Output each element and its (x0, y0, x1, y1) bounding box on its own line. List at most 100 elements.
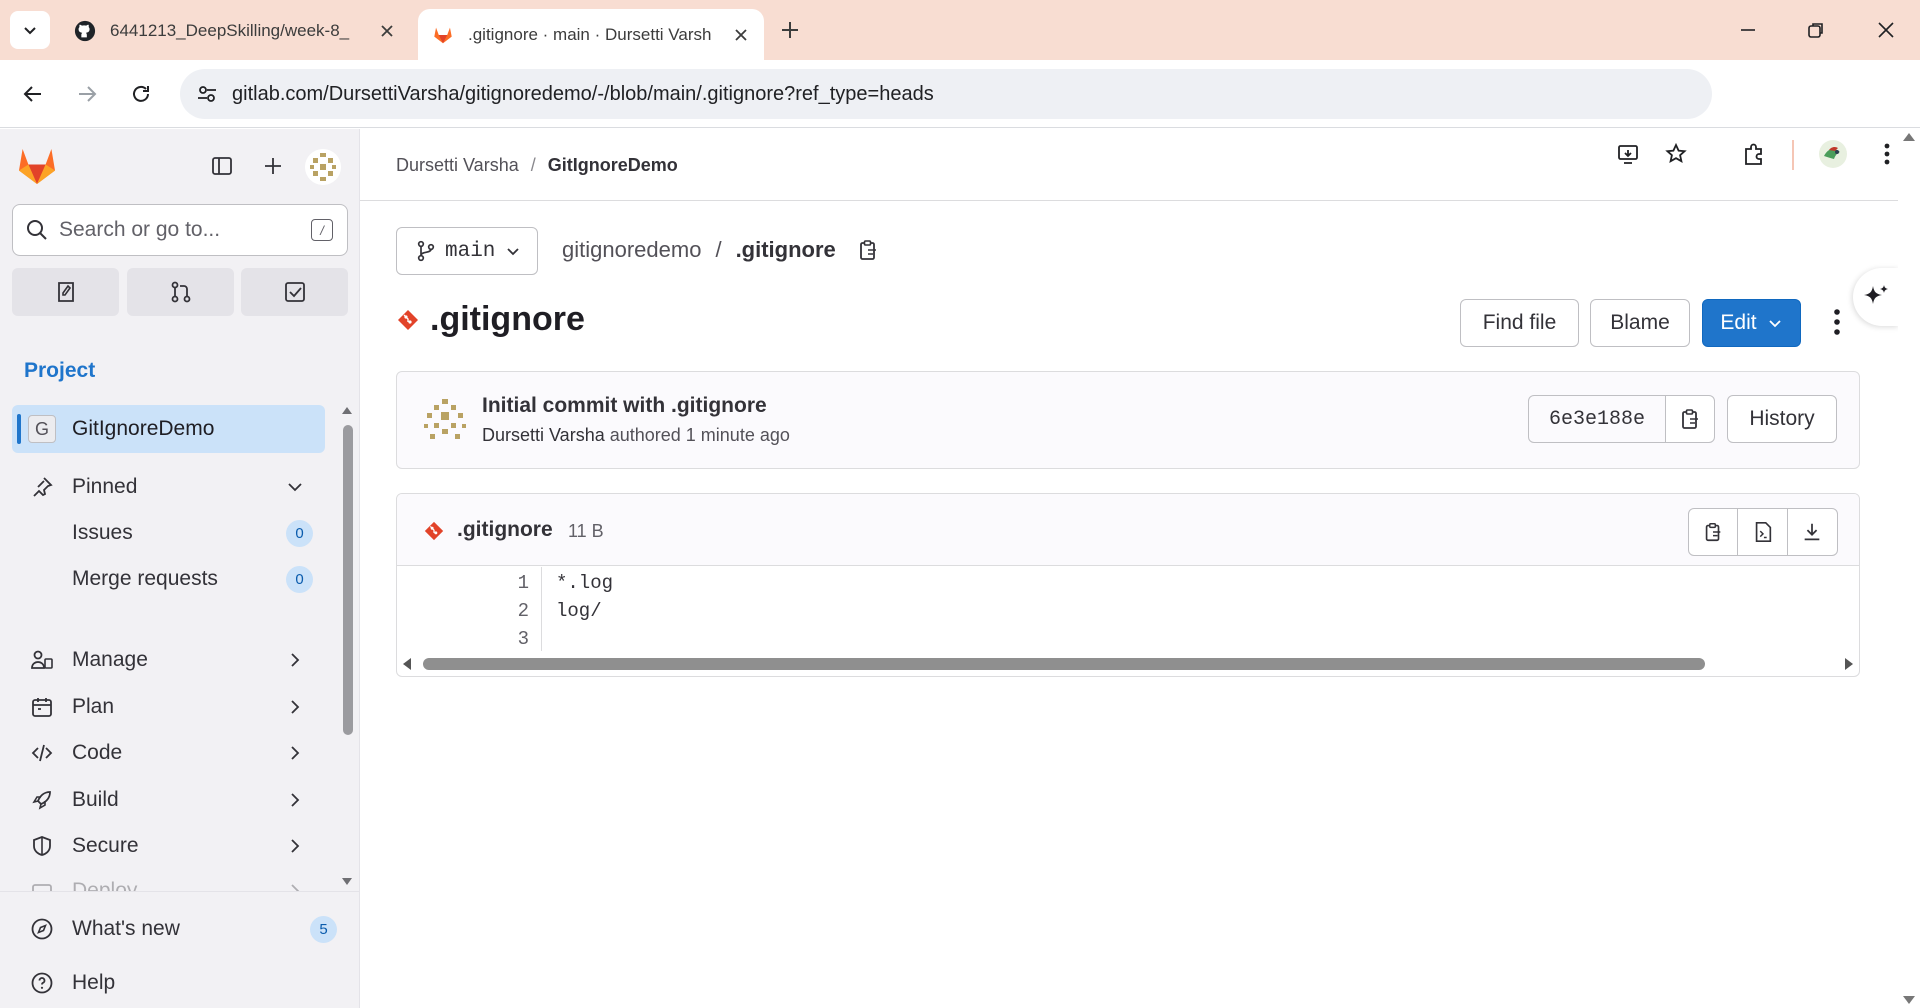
todo-list-button[interactable] (241, 268, 348, 316)
chevron-right-icon (291, 839, 300, 853)
sidebar-item-merge-requests[interactable]: Merge requests 0 (72, 557, 325, 601)
close-window-button[interactable] (1872, 16, 1900, 44)
install-app-icon[interactable] (1616, 142, 1640, 166)
path-separator: / (715, 237, 722, 262)
search-icon (27, 220, 47, 240)
sidebar-item-plan[interactable]: Plan (12, 685, 325, 729)
close-icon[interactable] (732, 26, 750, 44)
line-number-3[interactable]: 3 (518, 628, 529, 650)
restore-icon (1808, 23, 1823, 38)
profile-button[interactable] (1818, 139, 1848, 169)
count-badge: 5 (310, 915, 337, 943)
open-raw-button[interactable] (1738, 509, 1788, 555)
sidebar-toggle-button[interactable] (207, 151, 237, 181)
merge-request-icon (171, 281, 190, 303)
pin-icon (29, 474, 55, 500)
arrow-left-icon (23, 86, 41, 102)
whats-new-button[interactable]: What's new 5 (12, 907, 337, 951)
sidebar-item-issues[interactable]: Issues 0 (72, 511, 325, 555)
duo-chat-button[interactable] (1853, 268, 1899, 326)
line-number-2[interactable]: 2 (518, 600, 529, 622)
help-button[interactable]: Help (12, 961, 325, 1005)
page-scrollbar[interactable] (1898, 129, 1920, 1008)
gitlab-icon (434, 27, 452, 43)
branch-selector[interactable]: main (396, 227, 538, 275)
sidebar-item-label: Help (72, 971, 116, 994)
issues-icon (57, 282, 74, 302)
create-new-button[interactable] (258, 151, 288, 181)
minimize-button[interactable] (1734, 16, 1762, 44)
sidebar-scrollbar-thumb[interactable] (343, 425, 353, 735)
active-indicator (17, 414, 21, 444)
file-title-row: .gitignore (396, 300, 585, 339)
breadcrumb-owner-link[interactable]: Dursetti Varsha (396, 155, 519, 176)
browser-toolbar: gitlab.com/DursettiVarsha/gitignoredemo/… (0, 60, 1920, 170)
plus-icon (265, 158, 281, 174)
forward-button[interactable] (70, 77, 104, 111)
bookmark-star-icon[interactable] (1664, 142, 1688, 166)
site-info-icon[interactable] (196, 83, 218, 105)
extensions-button[interactable] (1739, 139, 1769, 169)
edit-button-label: Edit (1720, 311, 1757, 334)
branch-name: main (445, 239, 496, 263)
sidebar-item-label: Issues (72, 521, 133, 544)
profile-avatar-icon (1819, 140, 1847, 168)
copy-path-icon[interactable] (856, 238, 880, 262)
url-text: gitlab.com/DursettiVarsha/gitignoredemo/… (232, 82, 934, 105)
copy-contents-button[interactable] (1689, 509, 1739, 555)
restore-button[interactable] (1802, 16, 1830, 44)
gitlab-logo-icon[interactable] (17, 147, 57, 185)
download-button[interactable] (1788, 509, 1837, 555)
more-actions-button[interactable] (1825, 302, 1849, 342)
copy-sha-button[interactable] (1665, 395, 1715, 443)
commit-sha[interactable]: 6e3e188e (1528, 395, 1666, 443)
new-tab-icon[interactable] (776, 16, 804, 44)
back-button[interactable] (16, 77, 50, 111)
code-line: *.log (556, 572, 614, 594)
arrow-right-icon (79, 86, 97, 102)
git-file-icon (424, 521, 444, 541)
code-scrollbar-thumb[interactable] (423, 658, 1705, 670)
sidebar-item-build[interactable]: Build (12, 778, 325, 822)
commit-author-link[interactable]: Dursetti Varsha (482, 425, 605, 445)
browser-tab-github[interactable]: 6441213_DeepSkilling/week-8_ (60, 9, 410, 52)
commit-message[interactable]: Initial commit with .gitignore (482, 394, 767, 418)
users-icon (29, 647, 55, 673)
sidebar-item-code[interactable]: Code (12, 731, 325, 775)
reload-button[interactable] (124, 77, 158, 111)
sidebar-item-manage[interactable]: Manage (12, 638, 325, 682)
sidebar-item-secure[interactable]: Secure (12, 824, 325, 868)
browser-tab-gitlab[interactable]: .gitignore · main · Dursetti Varsh (418, 9, 764, 60)
sidebar-item-pinned[interactable]: Pinned (12, 465, 325, 509)
tab-search-button[interactable] (10, 11, 50, 49)
find-file-button[interactable]: Find file (1460, 299, 1579, 347)
address-bar[interactable]: gitlab.com/DursettiVarsha/gitignoredemo/… (180, 69, 1712, 119)
project-path-link[interactable]: gitignoredemo (562, 237, 701, 263)
puzzle-icon (1745, 143, 1762, 165)
breadcrumb: Dursetti Varsha / GitIgnoreDemo (396, 155, 678, 176)
search-input[interactable]: Search or go to... / (12, 204, 348, 256)
code-icon (29, 740, 55, 766)
search-placeholder: Search or go to... (59, 218, 221, 241)
close-icon[interactable] (378, 22, 396, 40)
blame-button[interactable]: Blame (1590, 299, 1690, 347)
edit-button[interactable]: Edit (1702, 299, 1801, 347)
assigned-issues-button[interactable] (12, 268, 119, 316)
breadcrumb-separator: / (530, 155, 536, 175)
count-badge: 0 (286, 519, 313, 547)
breadcrumb-project-link[interactable]: GitIgnoreDemo (548, 155, 678, 176)
commit-time: authored 1 minute ago (609, 425, 790, 445)
line-numbers: 1 2 3 (397, 567, 542, 651)
code-horizontal-scrollbar[interactable] (397, 652, 1859, 676)
merge-requests-button[interactable] (127, 268, 234, 316)
code-line: log/ (556, 600, 602, 622)
history-button[interactable]: History (1727, 395, 1837, 443)
user-avatar[interactable] (305, 149, 341, 185)
search-shortcut-hint: / (311, 219, 333, 241)
reload-icon (133, 85, 149, 102)
chevron-right-icon (291, 793, 300, 807)
line-number-1[interactable]: 1 (518, 572, 529, 594)
git-file-icon (398, 309, 418, 330)
commit-author-avatar[interactable] (421, 396, 469, 444)
sidebar-item-project[interactable]: G GitIgnoreDemo (12, 405, 325, 453)
